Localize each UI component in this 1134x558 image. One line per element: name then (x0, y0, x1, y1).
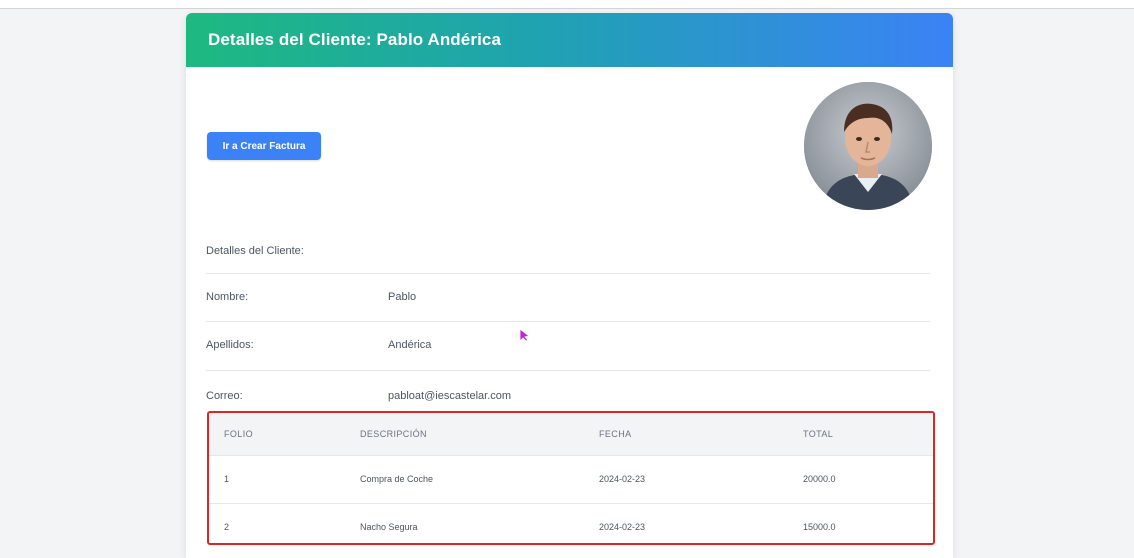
create-invoice-button[interactable]: Ir a Crear Factura (207, 132, 321, 160)
client-details-card: Detalles del Cliente: Pablo Andérica Ir … (186, 13, 953, 558)
field-label: Correo: (206, 390, 243, 402)
cell-total: 20000.0 (802, 454, 933, 503)
avatar (804, 82, 932, 210)
cell-folio: 1 (209, 454, 359, 503)
cell-date: 2024-02-23 (598, 502, 802, 543)
column-header-date: FECHA (599, 428, 632, 439)
invoices-table: FOLIO DESCRIPCIÓN FECHA TOTAL 1 Compra d… (209, 413, 933, 543)
cell-date: 2024-02-23 (598, 454, 802, 503)
browser-top-edge (0, 0, 1134, 9)
client-field-surname: Apellidos: Andérica (206, 321, 930, 370)
cell-description: Nacho Segura (359, 502, 598, 543)
table-row: 2 Nacho Segura 2024-02-23 15000.0 (209, 502, 933, 543)
table-row: 1 Compra de Coche 2024-02-23 20000.0 (209, 454, 933, 503)
column-header-description: DESCRIPCIÓN (360, 428, 427, 439)
cell-folio: 2 (209, 502, 359, 543)
field-value: Pablo (388, 291, 417, 303)
client-field-email: Correo: pabloat@iescastelar.com (206, 370, 930, 411)
invoices-table-highlight: FOLIO DESCRIPCIÓN FECHA TOTAL 1 Compra d… (207, 411, 935, 545)
column-header-folio: FOLIO (224, 428, 254, 439)
client-details-label: Detalles del Cliente: (206, 245, 304, 257)
field-value: pabloat@iescastelar.com (388, 390, 512, 402)
field-label: Nombre: (206, 291, 249, 303)
field-label: Apellidos: (206, 339, 254, 351)
page-title: Detalles del Cliente: Pablo Andérica (208, 30, 501, 49)
card-header: Detalles del Cliente: Pablo Andérica (186, 13, 953, 67)
cell-description: Compra de Coche (359, 454, 598, 503)
cell-total: 15000.0 (802, 502, 933, 543)
column-header-total: TOTAL (803, 428, 834, 439)
client-field-name: Nombre: Pablo (206, 273, 930, 322)
table-header-row: FOLIO DESCRIPCIÓN FECHA TOTAL (209, 413, 933, 455)
field-value: Andérica (388, 339, 432, 351)
mouse-pointer-icon (519, 328, 530, 342)
avatar-photo (804, 82, 932, 210)
